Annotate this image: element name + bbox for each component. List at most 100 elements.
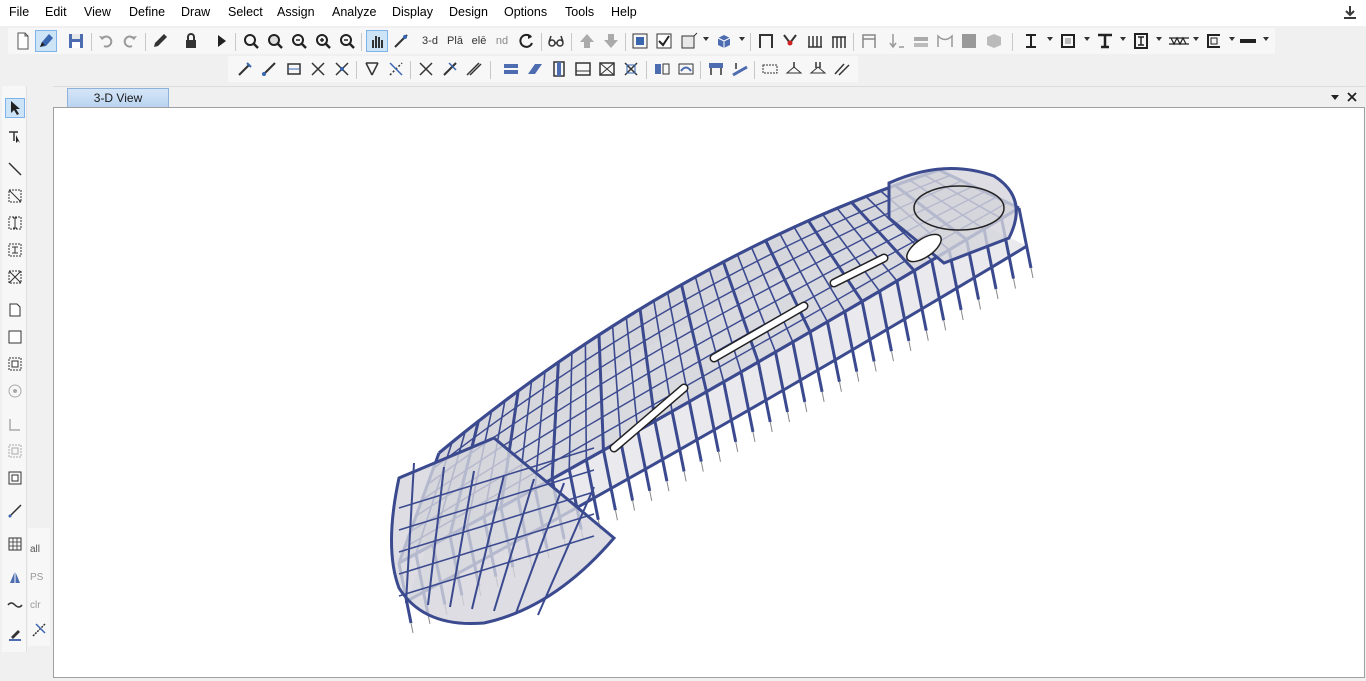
dropdown-arrow[interactable] xyxy=(1120,37,1126,41)
dropdown-arrow[interactable] xyxy=(1193,37,1199,41)
perspective-button[interactable] xyxy=(545,30,567,52)
open-model-button[interactable] xyxy=(35,30,57,52)
menu-define[interactable]: Define xyxy=(129,5,165,19)
draw-opening-click-button[interactable] xyxy=(5,468,25,488)
set-display-options-button[interactable] xyxy=(653,30,675,52)
steel-joist-design-button[interactable] xyxy=(1166,30,1192,52)
shell-loads-button[interactable] xyxy=(807,58,829,80)
3d-view-button[interactable]: 3-d xyxy=(418,30,442,52)
draw-walls-button[interactable] xyxy=(5,414,25,434)
restore-view-button[interactable] xyxy=(264,30,286,52)
snap-perpendicular-button[interactable] xyxy=(307,58,329,80)
nd-button[interactable]: nd xyxy=(491,30,513,52)
pointer-button[interactable] xyxy=(5,98,25,118)
clear-selection-side-button[interactable]: clr xyxy=(30,600,41,611)
menu-help[interactable]: Help xyxy=(611,5,637,19)
new-model-button[interactable] xyxy=(12,30,34,52)
draw-poly-area-button[interactable] xyxy=(5,300,25,320)
pencil-button[interactable] xyxy=(149,30,171,52)
select-intersecting-button[interactable] xyxy=(385,58,407,80)
draw-beam-button[interactable] xyxy=(500,58,522,80)
clear-selection-button[interactable] xyxy=(463,58,485,80)
draw-tendon-button[interactable] xyxy=(675,58,697,80)
slab-design-button[interactable] xyxy=(1237,30,1259,52)
intersecting-line-select-button[interactable] xyxy=(29,620,49,640)
frame-links-button[interactable] xyxy=(858,30,880,52)
draw-section-cut-button[interactable] xyxy=(5,594,25,614)
draw-wall-click-button[interactable] xyxy=(5,381,25,401)
extrude-view-button[interactable] xyxy=(713,30,735,52)
joint-button[interactable] xyxy=(779,30,801,52)
menu-edit[interactable]: Edit xyxy=(45,5,67,19)
move-up-button[interactable] xyxy=(576,30,598,52)
measure-button[interactable] xyxy=(390,30,412,52)
dropdown-arrow[interactable] xyxy=(703,37,709,41)
dropdown-arrow[interactable] xyxy=(1263,37,1269,41)
move-down-button[interactable] xyxy=(600,30,622,52)
composite-column-design-button[interactable] xyxy=(1130,30,1152,52)
select-all-button[interactable] xyxy=(361,58,383,80)
draw-reference-button[interactable] xyxy=(5,624,25,644)
draw-brace-button[interactable] xyxy=(524,58,546,80)
menu-draw[interactable]: Draw xyxy=(181,5,210,19)
select-all-side-button[interactable]: all xyxy=(30,544,40,555)
snap-lines-button[interactable] xyxy=(331,58,353,80)
menu-select[interactable]: Select xyxy=(228,5,263,19)
menu-display[interactable]: Display xyxy=(392,5,433,19)
menu-view[interactable]: View xyxy=(84,5,111,19)
plan-view-button[interactable]: Plā xyxy=(444,30,466,52)
supports-button[interactable] xyxy=(804,30,826,52)
draw-brace-click-button[interactable] xyxy=(5,267,25,287)
chevron-down-icon[interactable] xyxy=(1328,90,1342,104)
dropdown-arrow[interactable] xyxy=(1229,37,1235,41)
draw-rect-line-button[interactable] xyxy=(5,186,25,206)
draw-wall-stack-button[interactable] xyxy=(5,441,25,461)
zoom-out-button[interactable] xyxy=(336,30,358,52)
assign-restraints-button[interactable] xyxy=(705,58,727,80)
piers-button[interactable] xyxy=(828,30,850,52)
run-analysis-button[interactable] xyxy=(210,30,232,52)
menu-file[interactable]: File xyxy=(9,5,29,19)
assign-springs-button[interactable] xyxy=(729,58,751,80)
previous-selection-side-button[interactable]: PS xyxy=(30,572,43,583)
rotate-view-button[interactable] xyxy=(516,30,538,52)
undo-button[interactable] xyxy=(95,30,117,52)
download-icon[interactable] xyxy=(1342,5,1358,21)
menu-analyze[interactable]: Analyze xyxy=(332,5,376,19)
previous-selection-button[interactable] xyxy=(439,58,461,80)
concrete-frame-design-button[interactable] xyxy=(1057,30,1079,52)
draw-grid-button[interactable] xyxy=(5,534,25,554)
object-shrink-button[interactable] xyxy=(629,30,651,52)
composite-beam-design-button[interactable] xyxy=(1094,30,1116,52)
draw-beam-click-button[interactable] xyxy=(5,240,25,260)
dropdown-arrow[interactable] xyxy=(1047,37,1053,41)
redo-button[interactable] xyxy=(119,30,141,52)
pan-button[interactable] xyxy=(366,30,388,52)
close-icon[interactable] xyxy=(1345,90,1359,104)
reshape-button[interactable] xyxy=(5,126,25,146)
tab-3d-view[interactable]: 3-D View xyxy=(67,88,169,107)
rubber-band-zoom-button[interactable] xyxy=(240,30,262,52)
draw-column-button[interactable] xyxy=(548,58,570,80)
frame-button[interactable] xyxy=(755,30,777,52)
display-shell-button[interactable] xyxy=(678,30,700,52)
joint-loads-button[interactable] xyxy=(759,58,781,80)
load-arrow-button[interactable] xyxy=(886,30,908,52)
lock-button[interactable] xyxy=(180,30,202,52)
draw-line-button[interactable] xyxy=(5,159,25,179)
draw-links-button[interactable] xyxy=(651,58,673,80)
draw-dimension-button[interactable] xyxy=(5,501,25,521)
menu-tools[interactable]: Tools xyxy=(565,5,594,19)
zoom-previous-button[interactable] xyxy=(288,30,310,52)
distributed-load-button[interactable] xyxy=(910,30,932,52)
draw-wall-button[interactable] xyxy=(572,58,594,80)
draw-floor-button[interactable] xyxy=(596,58,618,80)
dropdown-arrow[interactable] xyxy=(739,37,745,41)
steel-frame-design-button[interactable] xyxy=(1020,30,1042,52)
menu-options[interactable]: Options xyxy=(504,5,547,19)
deformed-shape-button[interactable] xyxy=(934,30,956,52)
snap-ends-button[interactable] xyxy=(258,58,280,80)
snap-points-button[interactable] xyxy=(234,58,256,80)
wind-loads-button[interactable] xyxy=(831,58,853,80)
dropdown-arrow[interactable] xyxy=(1156,37,1162,41)
